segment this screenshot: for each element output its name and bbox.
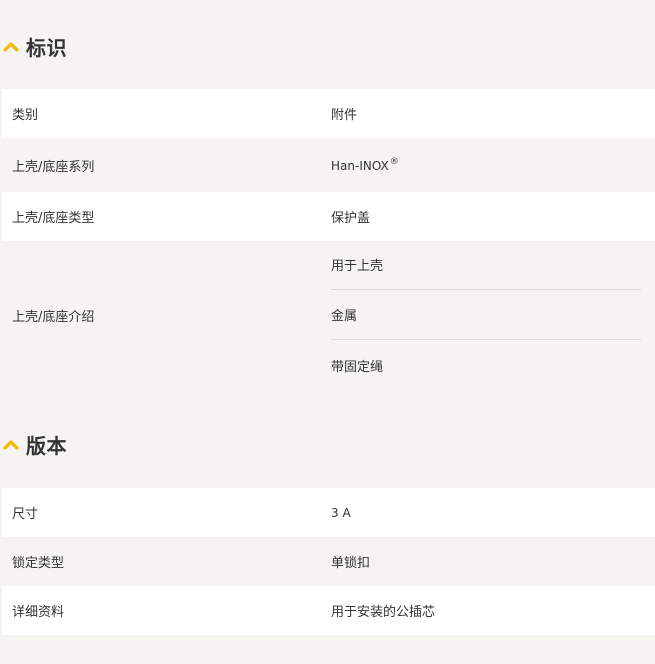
- value-list: 用于上壳 金属 带固定绳: [331, 240, 641, 390]
- row-label: 尺寸: [12, 507, 39, 522]
- row-value: 保护盖: [331, 211, 371, 226]
- row-label: 详细资料: [12, 605, 65, 620]
- row-value: 单锁扣: [331, 556, 371, 571]
- row-value: 3 A: [331, 505, 351, 520]
- row-label: 上壳/底座介绍: [12, 309, 95, 325]
- row-value: Han-INOX®: [331, 157, 655, 173]
- list-item: 用于上壳: [331, 240, 641, 290]
- registered-mark: ®: [389, 157, 399, 167]
- section-title: 版本: [26, 433, 67, 458]
- chevron-up-icon[interactable]: [1, 36, 21, 56]
- list-item: 金属: [331, 290, 641, 340]
- row-label: 上壳/底座类型: [12, 211, 95, 226]
- spec-table-version: 尺寸 3 A 锁定类型 单锁扣 详细资料 用于安装的公插芯: [2, 488, 655, 635]
- product-spec-page: 标识 类别 附件 上壳/底座系列 Han-INOX® 上壳/底座类型 保护盖 上…: [0, 0, 655, 664]
- list-item: 带固定绳: [331, 359, 384, 375]
- row-value: 用于上壳 金属 带固定绳: [331, 240, 655, 390]
- row-label: 锁定类型: [12, 556, 65, 571]
- row-value-text: Han-INOX: [331, 159, 389, 173]
- table-row: 类别 附件: [2, 89, 655, 138]
- table-row: 详细资料 用于安装的公插芯: [2, 586, 655, 635]
- table-row: 尺寸 3 A: [2, 488, 655, 537]
- row-value: 用于安装的公插芯: [331, 605, 436, 620]
- section-header-version[interactable]: 版本: [0, 424, 67, 464]
- table-row: 上壳/底座类型 保护盖: [2, 192, 655, 241]
- table-row: 上壳/底座系列 Han-INOX®: [2, 138, 655, 192]
- table-row: 锁定类型 单锁扣: [2, 537, 655, 586]
- section-header-identification[interactable]: 标识: [0, 26, 67, 66]
- spec-table-identification: 类别 附件 上壳/底座系列 Han-INOX® 上壳/底座类型 保护盖 上壳/底…: [2, 89, 655, 389]
- section-title: 标识: [26, 35, 67, 60]
- row-label: 类别: [12, 108, 39, 123]
- chevron-up-icon[interactable]: [1, 434, 21, 454]
- row-value: 附件: [331, 108, 358, 123]
- row-label: 上壳/底座系列: [12, 159, 95, 175]
- table-row: 上壳/底座介绍 用于上壳 金属 带固定绳: [2, 241, 655, 389]
